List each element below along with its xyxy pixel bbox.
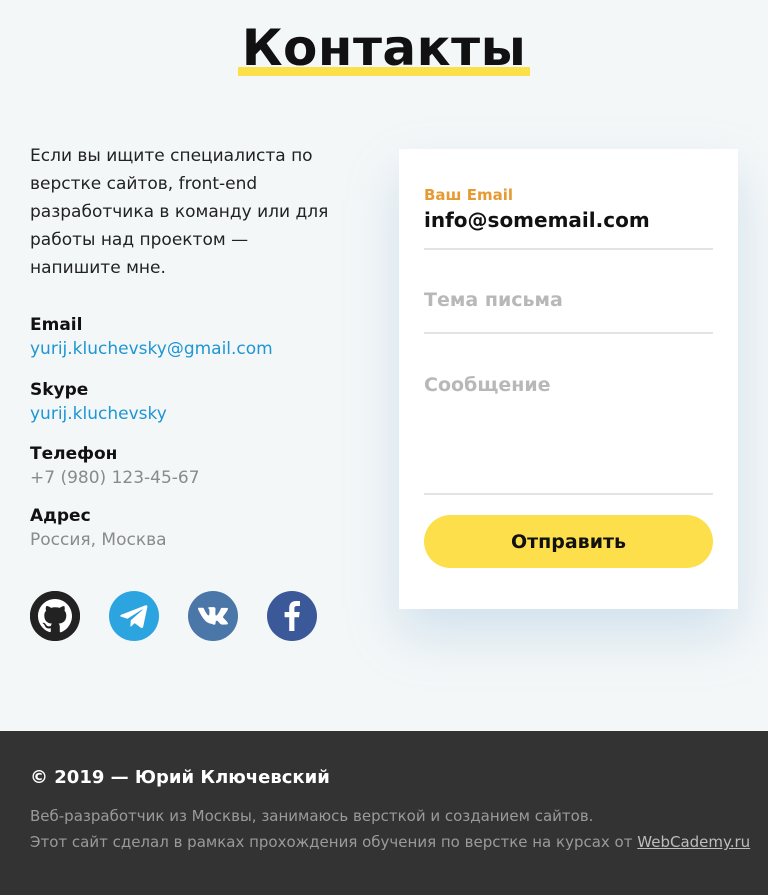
contact-address: Адрес Россия, Москва xyxy=(30,505,370,553)
facebook-icon xyxy=(284,601,300,631)
contact-email: Email yurij.kluchevsky@gmail.com xyxy=(30,314,370,362)
phone-value: +7 (980) 123-45-67 xyxy=(30,468,200,488)
skype-label: Skype xyxy=(30,380,89,400)
social-links xyxy=(30,591,346,641)
footer-line-1: Веб-разработчик из Москвы, занимаюсь вер… xyxy=(30,807,594,825)
subject-field xyxy=(424,289,713,334)
github-link[interactable] xyxy=(30,591,80,641)
contact-phone: Телефон +7 (980) 123-45-67 xyxy=(30,443,370,491)
page-title: Контакты xyxy=(237,18,531,78)
contacts-section: Контакты Если вы ищите специалиста по ве… xyxy=(0,0,768,731)
webcademy-link[interactable]: WebCademy.ru xyxy=(637,833,750,851)
intro-text: Если вы ищите специалиста по верстке сай… xyxy=(30,146,329,278)
vk-icon xyxy=(198,607,228,625)
contact-form: Ваш Email Отправить xyxy=(399,149,738,609)
message-field xyxy=(424,374,713,495)
subject-input[interactable] xyxy=(424,289,713,311)
footer: © 2019 — Юрий Ключевский Веб-разработчик… xyxy=(0,731,768,895)
contact-skype: Skype yurij.kluchevsky xyxy=(30,379,370,427)
submit-button[interactable]: Отправить xyxy=(424,515,713,568)
email-field: Ваш Email xyxy=(424,186,713,250)
phone-label: Телефон xyxy=(30,444,118,464)
address-value: Россия, Москва xyxy=(30,530,167,550)
address-label: Адрес xyxy=(30,506,91,526)
footer-text: Веб-разработчик из Москвы, занимаюсь вер… xyxy=(30,803,750,855)
email-field-label: Ваш Email xyxy=(424,186,513,204)
email-label: Email xyxy=(30,315,83,335)
skype-link[interactable]: yurij.kluchevsky xyxy=(30,404,167,424)
telegram-icon xyxy=(120,605,148,628)
github-icon xyxy=(30,591,80,641)
vk-link[interactable] xyxy=(188,591,238,641)
footer-line-2: Этот сайт сделал в рамках прохождения об… xyxy=(30,829,750,855)
email-input[interactable] xyxy=(424,206,713,234)
email-link[interactable]: yurij.kluchevsky@gmail.com xyxy=(30,339,273,359)
facebook-link[interactable] xyxy=(267,591,317,641)
copyright: © 2019 — Юрий Ключевский xyxy=(30,767,330,788)
message-textarea[interactable] xyxy=(424,374,713,462)
telegram-link[interactable] xyxy=(109,591,159,641)
footer-line-2-prefix: Этот сайт сделал в рамках прохождения об… xyxy=(30,833,633,851)
